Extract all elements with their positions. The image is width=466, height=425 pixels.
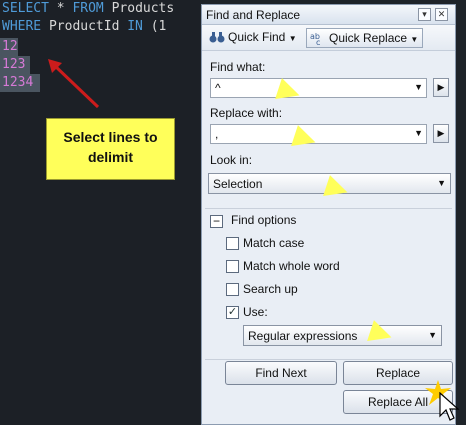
use-select[interactable]: Regular expressions ▼ <box>243 325 442 346</box>
checkbox[interactable] <box>226 283 239 296</box>
code-text: ProductId <box>41 19 128 34</box>
find-what-combo[interactable]: ^ ▼ <box>210 78 427 98</box>
expression-builder-button[interactable]: ▶ <box>433 124 449 143</box>
callout-box: Select lines to delimit <box>46 118 175 180</box>
selected-line: 12 <box>2 39 18 54</box>
code-text: (1 <box>142 19 167 34</box>
look-in-value: Selection <box>213 177 263 191</box>
dropdown-arrow-icon[interactable]: ▾ <box>418 8 431 21</box>
expression-builder-button[interactable]: ▶ <box>433 78 449 97</box>
find-what-value: ^ <box>215 81 221 95</box>
callout-text: Select lines to <box>63 129 158 145</box>
replace-with-value: , <box>215 127 219 141</box>
red-arrow-annotation <box>48 59 100 109</box>
svg-text:c: c <box>316 38 320 45</box>
mouse-cursor-icon <box>439 392 460 421</box>
chevron-down-icon[interactable]: ▼ <box>437 178 446 188</box>
code-line-1: SELECT * FROM Products <box>2 0 174 18</box>
option-label: Use: <box>243 305 268 319</box>
checkmark-icon[interactable]: ✓ <box>226 306 239 319</box>
code-text: * <box>48 1 73 16</box>
find-next-button[interactable]: Find Next <box>225 361 337 385</box>
replace-with-label: Replace with: <box>210 106 283 120</box>
quick-replace-button[interactable]: ab c Quick Replace ▼ <box>306 28 424 48</box>
chevron-down-icon[interactable]: ▼ <box>414 128 423 138</box>
replace-icon: ab c <box>310 31 326 47</box>
find-replace-dialog: Find and Replace ▾ ✕ Quick Find ▼ ab c Qu… <box>201 4 456 425</box>
callout-text: delimit <box>87 149 134 165</box>
use-value: Regular expressions <box>248 329 358 343</box>
chevron-down-icon[interactable]: ▼ <box>428 330 437 340</box>
selected-line: 1234 <box>2 75 34 90</box>
look-in-label: Look in: <box>210 153 253 167</box>
keyword: IN <box>127 19 143 34</box>
keyword: FROM <box>72 1 104 16</box>
chevron-down-icon: ▼ <box>410 35 419 44</box>
chevron-down-icon[interactable]: ▼ <box>414 82 423 92</box>
checkbox[interactable] <box>226 260 239 273</box>
replace-with-combo[interactable]: , ▼ <box>210 124 427 144</box>
title-bar[interactable]: Find and Replace ▾ ✕ <box>202 5 455 25</box>
binoculars-icon <box>209 30 225 44</box>
chevron-down-icon: ▼ <box>288 34 297 43</box>
checkbox[interactable] <box>226 237 239 250</box>
option-label: Match whole word <box>243 259 340 273</box>
quick-replace-label: Quick Replace <box>329 31 408 45</box>
option-label: Match case <box>243 236 305 250</box>
selected-line: 123 <box>2 57 26 72</box>
quick-find-label: Quick Find <box>228 30 286 44</box>
collapse-icon[interactable]: − <box>210 215 223 228</box>
mode-toolbar: Quick Find ▼ ab c Quick Replace ▼ <box>202 25 455 51</box>
keyword: SELECT <box>2 1 49 16</box>
quick-find-button[interactable]: Quick Find ▼ <box>206 28 301 48</box>
close-icon[interactable]: ✕ <box>435 8 448 21</box>
find-options-title: Find options <box>231 213 297 227</box>
dialog-title: Find and Replace <box>206 8 301 22</box>
find-options-panel: − Find options Match case Match whole wo… <box>205 208 452 360</box>
keyword: WHERE <box>2 19 42 34</box>
code-line-2: WHERE ProductId IN (1 <box>2 18 166 36</box>
option-label: Search up <box>243 282 298 296</box>
code-text: Products <box>103 1 175 16</box>
find-what-label: Find what: <box>210 60 266 74</box>
